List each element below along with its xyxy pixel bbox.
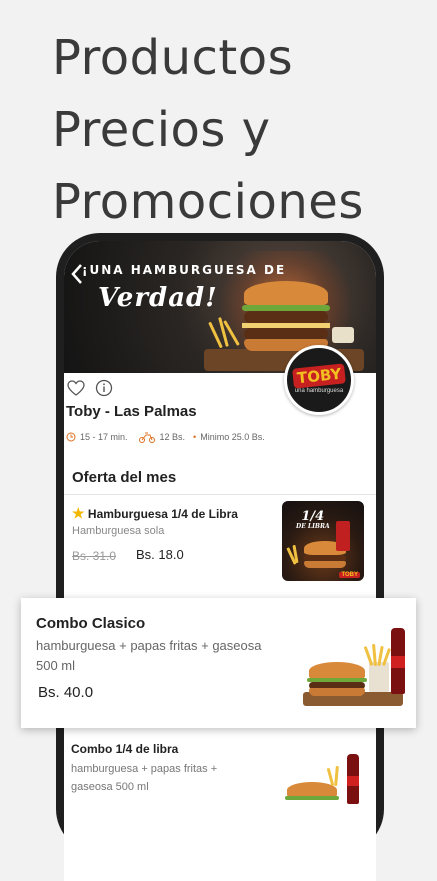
headline-line-3: Promociones bbox=[52, 174, 364, 230]
product-title: Combo 1/4 de libra bbox=[71, 742, 179, 756]
delivery-bike-icon bbox=[138, 432, 155, 443]
product-title-text: Hamburguesa 1/4 de Libra bbox=[87, 507, 238, 521]
heart-icon bbox=[67, 380, 85, 396]
headline-line-2: Precios y bbox=[52, 102, 271, 158]
logo-text: TOBY bbox=[291, 363, 347, 389]
product-description: hamburguesa + papas fritas + gaseosa 500… bbox=[71, 763, 218, 793]
favorite-button[interactable] bbox=[66, 378, 86, 398]
product-image-brand: TOBY bbox=[339, 572, 360, 578]
clock-icon bbox=[66, 432, 76, 442]
minimum-order: Minimo 25.0 Bs. bbox=[200, 432, 265, 442]
info-icon bbox=[95, 379, 113, 397]
banner-title: Verdad! bbox=[98, 283, 218, 313]
section-title: Oferta del mes bbox=[72, 469, 177, 486]
info-button[interactable] bbox=[94, 378, 114, 398]
product-image-label: 1/4 DE LIBRA bbox=[296, 509, 330, 531]
combo-image bbox=[301, 626, 411, 712]
store-name: Toby - Las Palmas bbox=[66, 403, 197, 420]
card-price: Bs. 40.0 bbox=[38, 684, 94, 701]
delivery-fee: 12 Bs. bbox=[159, 432, 186, 442]
logo-subtext: una hamburguesa bbox=[294, 388, 344, 394]
product-image: 1/4 DE LIBRA TOBY bbox=[282, 501, 364, 581]
delivery-time: 15 - 17 min. bbox=[80, 432, 128, 442]
featured-product-card[interactable]: Combo Clasico hamburguesa + papas fritas… bbox=[21, 598, 416, 728]
product-description: Hamburguesa sola bbox=[72, 525, 165, 537]
promo-headline: Productos Precios y Promociones bbox=[52, 22, 364, 238]
card-title: Combo Clasico bbox=[36, 615, 146, 632]
product-old-price: Bs. 31.0 bbox=[72, 549, 117, 563]
banner-tagline: ¡UNA HAMBURGUESA DE bbox=[82, 263, 287, 277]
image-label-line2: DE LIBRA bbox=[296, 523, 330, 530]
star-icon: ★ bbox=[72, 505, 85, 521]
headline-line-1: Productos bbox=[52, 30, 294, 86]
store-actions bbox=[66, 378, 114, 398]
card-description: hamburguesa + papas fritas + gaseosa 500… bbox=[36, 638, 262, 673]
product-title: ★ Hamburguesa 1/4 de Libra bbox=[72, 505, 238, 522]
store-meta: 15 - 17 min. 12 Bs. • Minimo 25.0 Bs. bbox=[66, 431, 265, 443]
product-item[interactable]: ★ Hamburguesa 1/4 de Libra Hamburguesa s… bbox=[64, 495, 376, 595]
store-logo: TOBY una hamburguesa bbox=[284, 345, 354, 415]
image-label-line1: 1/4 bbox=[301, 509, 325, 524]
product-image bbox=[283, 754, 373, 804]
product-price: Bs. 18.0 bbox=[136, 547, 184, 562]
separator-dot: • bbox=[193, 432, 197, 442]
